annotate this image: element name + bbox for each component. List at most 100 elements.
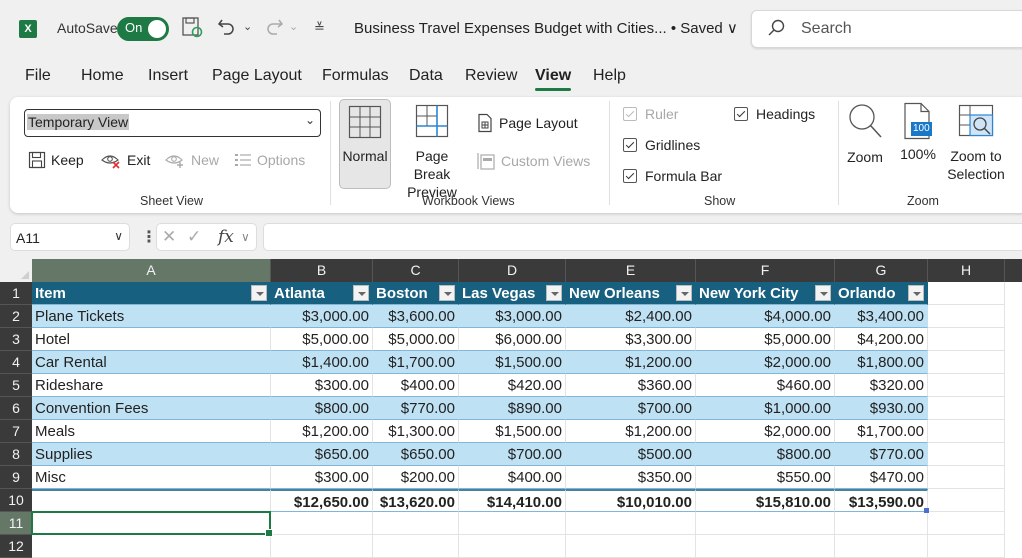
table-header-cell[interactable]: Item [32,282,271,305]
amount-cell[interactable]: $3,600.00 [373,305,459,328]
empty-cell[interactable] [373,535,459,558]
formula-bar-checkbox[interactable]: Formula Bar [623,168,722,184]
amount-cell[interactable]: $1,000.00 [696,397,835,420]
tab-home[interactable]: Home [81,67,124,85]
cancel-icon[interactable]: ✕ [162,227,176,247]
row-header-6[interactable]: 6 [0,397,32,420]
row-header-3[interactable]: 3 [0,328,32,351]
empty-cell[interactable] [32,535,271,558]
amount-cell[interactable]: $5,000.00 [373,328,459,351]
filter-dropdown-icon[interactable] [439,285,455,301]
amount-cell[interactable]: $1,300.00 [373,420,459,443]
amount-cell[interactable]: $360.00 [566,374,696,397]
formula-input[interactable] [263,223,1022,251]
zoom-to-selection-button[interactable]: Zoom to Selection [943,99,1009,189]
amount-cell[interactable]: $400.00 [459,466,566,489]
column-header-b[interactable]: B [271,259,373,282]
amount-cell[interactable]: $460.00 [696,374,835,397]
total-cell[interactable]: $15,810.00 [696,489,835,512]
table-resize-handle[interactable] [924,508,929,513]
page-layout-button[interactable]: Page Layout [476,113,578,133]
amount-cell[interactable]: $1,700.00 [835,420,928,443]
empty-cell[interactable] [696,535,835,558]
item-name-cell[interactable]: Rideshare [32,374,271,397]
empty-cell[interactable] [928,374,1005,397]
table-header-cell[interactable]: Boston [373,282,459,305]
new-view-button[interactable]: New [164,151,219,169]
filter-dropdown-icon[interactable] [251,285,267,301]
empty-cell[interactable] [928,351,1005,374]
ruler-checkbox[interactable]: Ruler [623,106,678,122]
empty-cell[interactable] [928,512,1005,535]
chevron-down-icon[interactable]: ∨ [241,230,250,244]
headings-checkbox[interactable]: Headings [734,106,815,122]
empty-cell[interactable] [373,512,459,535]
item-name-cell[interactable]: Meals [32,420,271,443]
empty-cell[interactable] [928,420,1005,443]
empty-cell[interactable] [271,512,373,535]
amount-cell[interactable]: $200.00 [373,466,459,489]
amount-cell[interactable]: $6,000.00 [459,328,566,351]
item-name-cell[interactable]: Misc [32,466,271,489]
tab-page-layout[interactable]: Page Layout [212,67,302,85]
amount-cell[interactable]: $5,000.00 [696,328,835,351]
row-header-12[interactable]: 12 [0,535,32,558]
empty-cell[interactable] [928,397,1005,420]
exit-button[interactable]: Exit [100,151,150,169]
total-cell[interactable]: $14,410.00 [459,489,566,512]
amount-cell[interactable]: $550.00 [696,466,835,489]
insert-function-icon[interactable]: fx [218,227,234,247]
total-cell[interactable]: $10,010.00 [566,489,696,512]
empty-cell[interactable] [928,466,1005,489]
amount-cell[interactable]: $770.00 [835,443,928,466]
gridlines-checkbox[interactable]: Gridlines [623,137,700,153]
table-header-cell[interactable]: Orlando [835,282,928,305]
amount-cell[interactable]: $770.00 [373,397,459,420]
amount-cell[interactable]: $1,200.00 [566,420,696,443]
row-header-11[interactable]: 11 [0,512,32,535]
amount-cell[interactable]: $470.00 [835,466,928,489]
table-header-cell[interactable]: Atlanta [271,282,373,305]
amount-cell[interactable]: $300.00 [271,466,373,489]
row-header-4[interactable]: 4 [0,351,32,374]
enter-icon[interactable]: ✓ [187,227,201,247]
undo-icon[interactable] [216,16,238,44]
amount-cell[interactable]: $500.00 [566,443,696,466]
empty-cell[interactable] [928,489,1005,512]
column-header-c[interactable]: C [373,259,459,282]
row-header-8[interactable]: 8 [0,443,32,466]
column-header-e[interactable]: E [566,259,696,282]
filter-dropdown-icon[interactable] [815,285,831,301]
amount-cell[interactable]: $800.00 [271,397,373,420]
total-cell[interactable] [32,489,271,512]
normal-view-button[interactable]: Normal [339,99,391,189]
amount-cell[interactable]: $890.00 [459,397,566,420]
tab-formulas[interactable]: Formulas [322,67,389,85]
amount-cell[interactable]: $1,500.00 [459,351,566,374]
amount-cell[interactable]: $400.00 [373,374,459,397]
empty-cell[interactable] [928,282,1005,305]
row-header-7[interactable]: 7 [0,420,32,443]
amount-cell[interactable]: $3,000.00 [459,305,566,328]
empty-cell[interactable] [928,443,1005,466]
tab-review[interactable]: Review [465,67,517,85]
tab-insert[interactable]: Insert [148,67,188,85]
item-name-cell[interactable]: Supplies [32,443,271,466]
autosave-toggle[interactable]: On [117,17,169,41]
item-name-cell[interactable]: Convention Fees [32,397,271,420]
name-box[interactable]: A11 ∨ [10,223,130,251]
total-cell[interactable]: $13,590.00 [835,489,928,512]
empty-cell[interactable] [459,512,566,535]
filter-dropdown-icon[interactable] [908,285,924,301]
row-header-1[interactable]: 1 [0,282,32,305]
document-title[interactable]: Business Travel Expenses Budget with Cit… [354,19,738,37]
amount-cell[interactable]: $2,000.00 [696,351,835,374]
amount-cell[interactable]: $650.00 [373,443,459,466]
empty-cell[interactable] [566,512,696,535]
item-name-cell[interactable]: Hotel [32,328,271,351]
empty-cell[interactable] [928,535,1005,558]
tab-data[interactable]: Data [409,67,443,85]
filter-dropdown-icon[interactable] [676,285,692,301]
save-icon[interactable] [181,16,203,44]
table-header-cell[interactable]: New York City [696,282,835,305]
